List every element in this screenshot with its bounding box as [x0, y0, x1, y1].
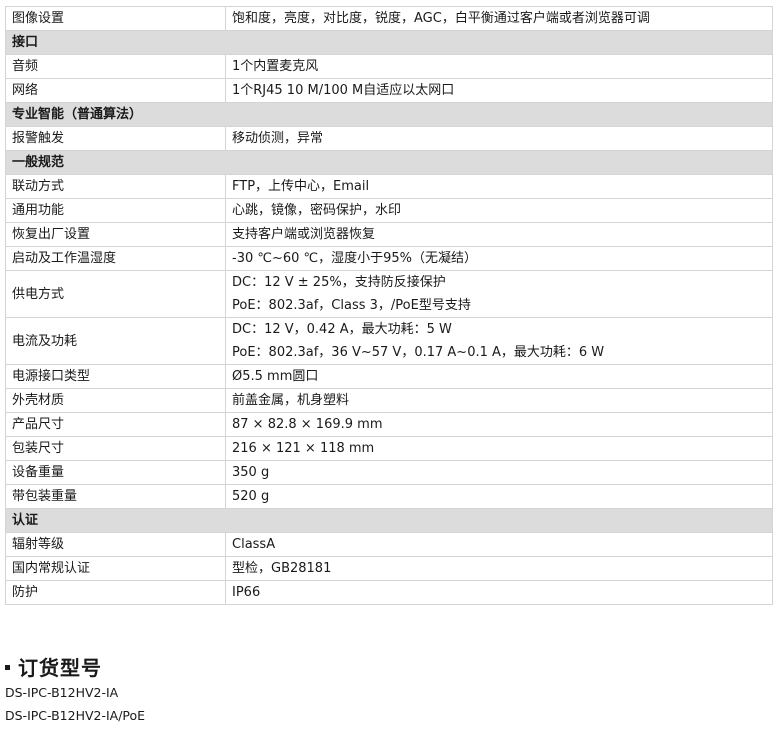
spec-row: 启动及工作温湿度 -30 ℃~60 ℃，湿度小于95%（无凝结）	[5, 246, 773, 271]
section-header-row: 专业智能（普通算法）	[5, 102, 773, 127]
spec-row: 供电方式 DC：12 V ± 25%，支持防反接保护 PoE：802.3af，Cla…	[5, 270, 773, 318]
spec-row: 防护 IP66	[5, 580, 773, 605]
spec-label: 国内常规认证	[5, 556, 226, 581]
spec-value-line: 前盖金属，机身塑料	[232, 393, 350, 408]
spec-row: 国内常规认证 型检，GB28181	[5, 556, 773, 581]
spec-value-line: PoE：802.3af，36 V~57 V，0.17 A~0.1 A，最大功耗：…	[232, 345, 605, 360]
spec-value-line: DC：12 V ± 25%，支持防反接保护	[232, 275, 446, 290]
spec-value-line: IP66	[232, 585, 261, 600]
spec-row: 报警触发 移动侦测，异常	[5, 126, 773, 151]
spec-label: 产品尺寸	[5, 412, 226, 437]
spec-label: 网络	[5, 78, 226, 103]
spec-value: DC：12 V，0.42 A，最大功耗：5 W PoE：802.3af，36 V~…	[225, 317, 773, 365]
spec-label: 设备重量	[5, 460, 226, 485]
spec-row: 带包装重量 520 g	[5, 484, 773, 509]
spec-value: -30 ℃~60 ℃，湿度小于95%（无凝结）	[225, 246, 773, 271]
section-header-row: 认证	[5, 508, 773, 533]
spec-label: 音频	[5, 54, 226, 79]
spec-value-line: 心跳，镜像，密码保护，水印	[232, 203, 402, 218]
spec-value-line: 87 × 82.8 × 169.9 mm	[232, 417, 383, 432]
spec-row: 外壳材质 前盖金属，机身塑料	[5, 388, 773, 413]
spec-label: 图像设置	[5, 6, 226, 31]
spec-value-line: 216 × 121 × 118 mm	[232, 441, 375, 456]
spec-value-line: -30 ℃~60 ℃，湿度小于95%（无凝结）	[232, 251, 478, 266]
spec-label: 防护	[5, 580, 226, 605]
spec-value: 216 × 121 × 118 mm	[225, 436, 773, 461]
spec-value: 饱和度，亮度，对比度，锐度，AGC，白平衡通过客户端或者浏览器可调	[225, 6, 773, 31]
spec-label: 电源接口类型	[5, 364, 226, 389]
spec-label: 联动方式	[5, 174, 226, 199]
spec-row: 网络 1个RJ45 10 M/100 M自适应以太网口	[5, 78, 773, 103]
spec-label: 供电方式	[5, 270, 226, 318]
spec-value: 支持客户端或浏览器恢复	[225, 222, 773, 247]
spec-value: 87 × 82.8 × 169.9 mm	[225, 412, 773, 437]
spec-value: 前盖金属，机身塑料	[225, 388, 773, 413]
spec-row: 联动方式 FTP，上传中心，Email	[5, 174, 773, 199]
spec-value: 型检，GB28181	[225, 556, 773, 581]
spec-row: 音频 1个内置麦克风	[5, 54, 773, 79]
spec-value: DC：12 V ± 25%，支持防反接保护 PoE：802.3af，Class 3…	[225, 270, 773, 318]
spec-value-line: 1个内置麦克风	[232, 59, 319, 74]
spec-value-line: 520 g	[232, 489, 270, 504]
bullet-icon	[5, 665, 10, 670]
spec-value-line: DC：12 V，0.42 A，最大功耗：5 W	[232, 322, 452, 337]
spec-row: 图像设置 饱和度，亮度，对比度，锐度，AGC，白平衡通过客户端或者浏览器可调	[5, 6, 773, 31]
model-number: DS-IPC-B12HV2-IA/PoE	[5, 708, 146, 723]
section-title: 一般规范	[5, 150, 773, 175]
spec-value: FTP，上传中心，Email	[225, 174, 773, 199]
model-number: DS-IPC-B12HV2-IA	[5, 685, 119, 700]
spec-label: 报警触发	[5, 126, 226, 151]
section-title: 认证	[5, 508, 773, 533]
spec-table-body: 图像设置 饱和度，亮度，对比度，锐度，AGC，白平衡通过客户端或者浏览器可调 接口音…	[5, 6, 773, 605]
spec-label: 恢复出厂设置	[5, 222, 226, 247]
spec-value-line: 支持客户端或浏览器恢复	[232, 227, 376, 242]
spec-row: 恢复出厂设置 支持客户端或浏览器恢复	[5, 222, 773, 247]
spec-value-line: PoE：802.3af，Class 3，/PoE型号支持	[232, 298, 471, 313]
spec-value-line: ClassA	[232, 537, 276, 552]
spec-value: Ø5.5 mm圆口	[225, 364, 773, 389]
spec-row: 通用功能 心跳，镜像，密码保护，水印	[5, 198, 773, 223]
spec-table: 图像设置 饱和度，亮度，对比度，锐度，AGC，白平衡通过客户端或者浏览器可调 接口音…	[5, 6, 773, 605]
spec-value: 1个RJ45 10 M/100 M自适应以太网口	[225, 78, 773, 103]
spec-label: 通用功能	[5, 198, 226, 223]
spec-value: 350 g	[225, 460, 773, 485]
section-header-row: 一般规范	[5, 150, 773, 175]
order-title-text: 订货型号	[18, 656, 102, 680]
spec-row: 设备重量 350 g	[5, 460, 773, 485]
spec-label: 电流及功耗	[5, 317, 226, 365]
spec-value-line: FTP，上传中心，Email	[232, 179, 370, 194]
spec-value: 520 g	[225, 484, 773, 509]
spec-value-line: 饱和度，亮度，对比度，锐度，AGC，白平衡通过客户端或者浏览器可调	[232, 11, 650, 26]
section-title: 接口	[5, 30, 773, 55]
spec-label: 启动及工作温湿度	[5, 246, 226, 271]
spec-value-line: Ø5.5 mm圆口	[232, 369, 319, 384]
spec-label: 带包装重量	[5, 484, 226, 509]
spec-value: ClassA	[225, 532, 773, 557]
spec-label: 辐射等级	[5, 532, 226, 557]
spec-row: 电流及功耗 DC：12 V，0.42 A，最大功耗：5 W PoE：802.3af，…	[5, 317, 773, 365]
section-header-row: 接口	[5, 30, 773, 55]
spec-row: 包装尺寸 216 × 121 × 118 mm	[5, 436, 773, 461]
spec-value-line: 移动侦测，异常	[232, 131, 324, 146]
spec-value: 1个内置麦克风	[225, 54, 773, 79]
spec-row: 辐射等级 ClassA	[5, 532, 773, 557]
spec-value: IP66	[225, 580, 773, 605]
spec-label: 外壳材质	[5, 388, 226, 413]
order-section-title: 订货型号	[3, 652, 102, 681]
spec-value-line: 350 g	[232, 465, 270, 480]
spec-label: 包装尺寸	[5, 436, 226, 461]
section-title: 专业智能（普通算法）	[5, 102, 773, 127]
spec-value-line: 1个RJ45 10 M/100 M自适应以太网口	[232, 83, 455, 98]
spec-value: 心跳，镜像，密码保护，水印	[225, 198, 773, 223]
spec-row: 电源接口类型 Ø5.5 mm圆口	[5, 364, 773, 389]
spec-row: 产品尺寸 87 × 82.8 × 169.9 mm	[5, 412, 773, 437]
spec-value-line: 型检，GB28181	[232, 561, 332, 576]
spec-value: 移动侦测，异常	[225, 126, 773, 151]
